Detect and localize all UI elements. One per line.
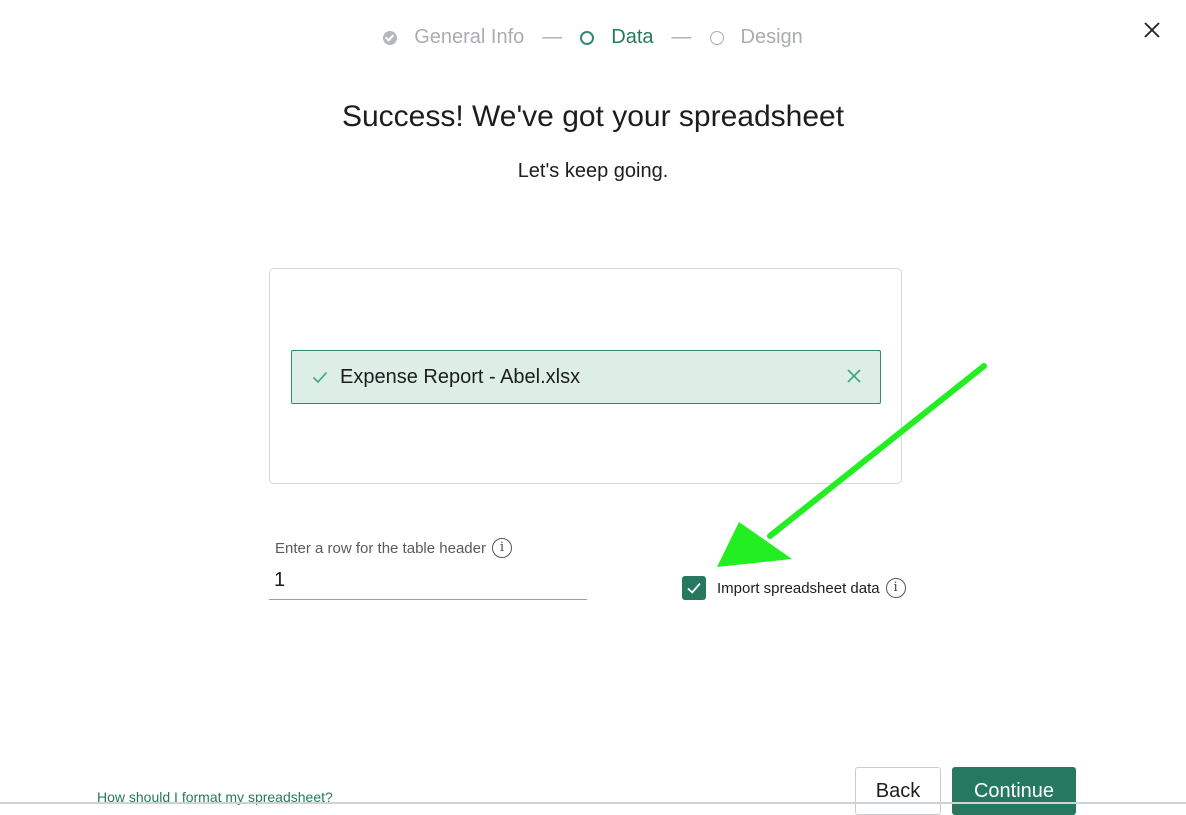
step-data[interactable]: Data xyxy=(580,26,654,49)
import-data-label: Import spreadsheet data xyxy=(717,579,880,597)
file-name: Expense Report - Abel.xlsx xyxy=(340,365,581,388)
step-label: General Info xyxy=(414,26,525,48)
step-label: Design xyxy=(740,26,803,48)
back-button[interactable]: Back xyxy=(855,767,941,815)
step-design[interactable]: Design xyxy=(709,26,803,49)
import-data-checkbox[interactable] xyxy=(682,576,706,600)
import-spreadsheet-option: Import spreadsheet data i xyxy=(682,576,906,600)
step-separator: — xyxy=(542,26,563,48)
pending-step-circle-icon xyxy=(709,30,724,45)
header-row-label: Enter a row for the table header i xyxy=(275,538,512,558)
continue-button[interactable]: Continue xyxy=(952,767,1076,815)
uploaded-file-chip: Expense Report - Abel.xlsx xyxy=(291,350,881,404)
check-icon xyxy=(312,369,328,385)
header-row-input[interactable] xyxy=(269,562,587,600)
info-icon[interactable]: i xyxy=(491,538,512,558)
close-icon[interactable] xyxy=(1140,18,1164,42)
step-separator: — xyxy=(671,26,692,48)
step-label: Data xyxy=(611,26,654,48)
page-subtitle: Let's keep going. xyxy=(517,160,669,182)
active-step-circle-icon xyxy=(580,30,595,45)
step-general-info[interactable]: General Info xyxy=(383,26,524,49)
completed-check-icon xyxy=(383,30,398,45)
remove-file-icon[interactable] xyxy=(846,368,862,384)
page-title: Success! We've got your spreadsheet xyxy=(341,100,845,133)
checkmark-icon xyxy=(687,582,701,594)
header-row-label-text: Enter a row for the table header xyxy=(275,539,486,557)
info-icon[interactable]: i xyxy=(885,578,906,598)
progress-stepper: General Info — Data — Design xyxy=(0,26,1186,49)
